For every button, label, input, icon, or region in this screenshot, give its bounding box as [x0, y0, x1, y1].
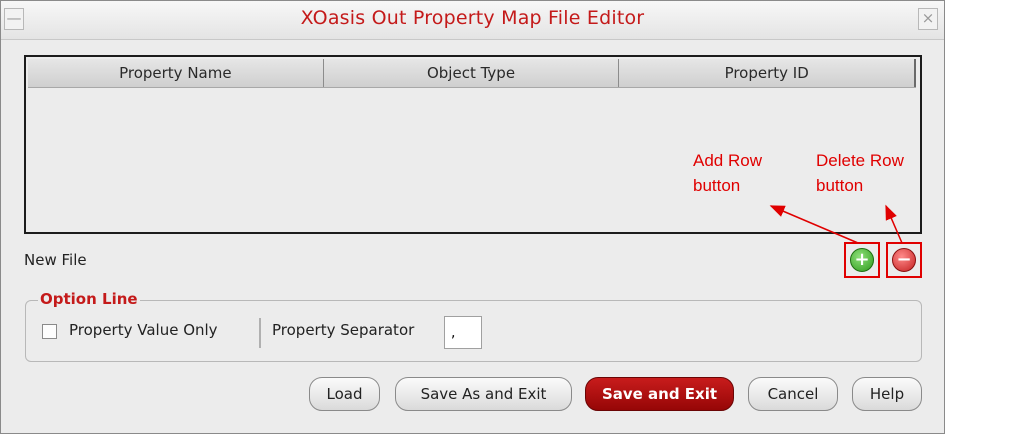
- property-separator-label: Property Separator: [272, 321, 415, 339]
- cancel-button[interactable]: Cancel: [748, 377, 838, 411]
- property-map-table[interactable]: Property Name Object Type Property ID: [24, 55, 922, 234]
- property-value-only-label[interactable]: Property Value Only: [69, 321, 218, 339]
- add-circle-icon: +: [850, 248, 874, 272]
- title-bar: — XOasis Out Property Map File Editor ×: [1, 1, 944, 40]
- add-row-annotation-line2: button: [693, 176, 741, 195]
- option-line-legend: Option Line: [38, 290, 140, 308]
- save-and-exit-button[interactable]: Save and Exit: [585, 377, 734, 411]
- column-header-property-id[interactable]: Property ID: [619, 59, 917, 87]
- save-as-and-exit-button[interactable]: Save As and Exit: [395, 377, 572, 411]
- window-title: XOasis Out Property Map File Editor: [300, 7, 645, 29]
- table-header: Property Name Object Type Property ID: [28, 59, 917, 88]
- close-icon[interactable]: ×: [918, 8, 938, 30]
- file-status-label: New File: [24, 251, 87, 269]
- column-header-object-type[interactable]: Object Type: [324, 59, 620, 87]
- delete-row-button[interactable]: −: [886, 242, 922, 278]
- property-value-only-checkbox[interactable]: [42, 324, 57, 339]
- delete-row-annotation-line2: button: [816, 176, 864, 195]
- option-divider: [259, 318, 261, 348]
- delete-row-annotation-line1: Delete Row: [816, 151, 904, 170]
- property-separator-input[interactable]: [444, 316, 482, 349]
- add-row-annotation: Add Row button: [693, 148, 762, 198]
- delete-circle-icon: −: [892, 248, 916, 272]
- add-row-annotation-line1: Add Row: [693, 151, 762, 170]
- column-header-property-name[interactable]: Property Name: [28, 59, 324, 87]
- help-button[interactable]: Help: [852, 377, 922, 411]
- add-row-button[interactable]: +: [844, 242, 880, 278]
- load-button[interactable]: Load: [309, 377, 380, 411]
- delete-row-annotation: Delete Row button: [816, 148, 904, 198]
